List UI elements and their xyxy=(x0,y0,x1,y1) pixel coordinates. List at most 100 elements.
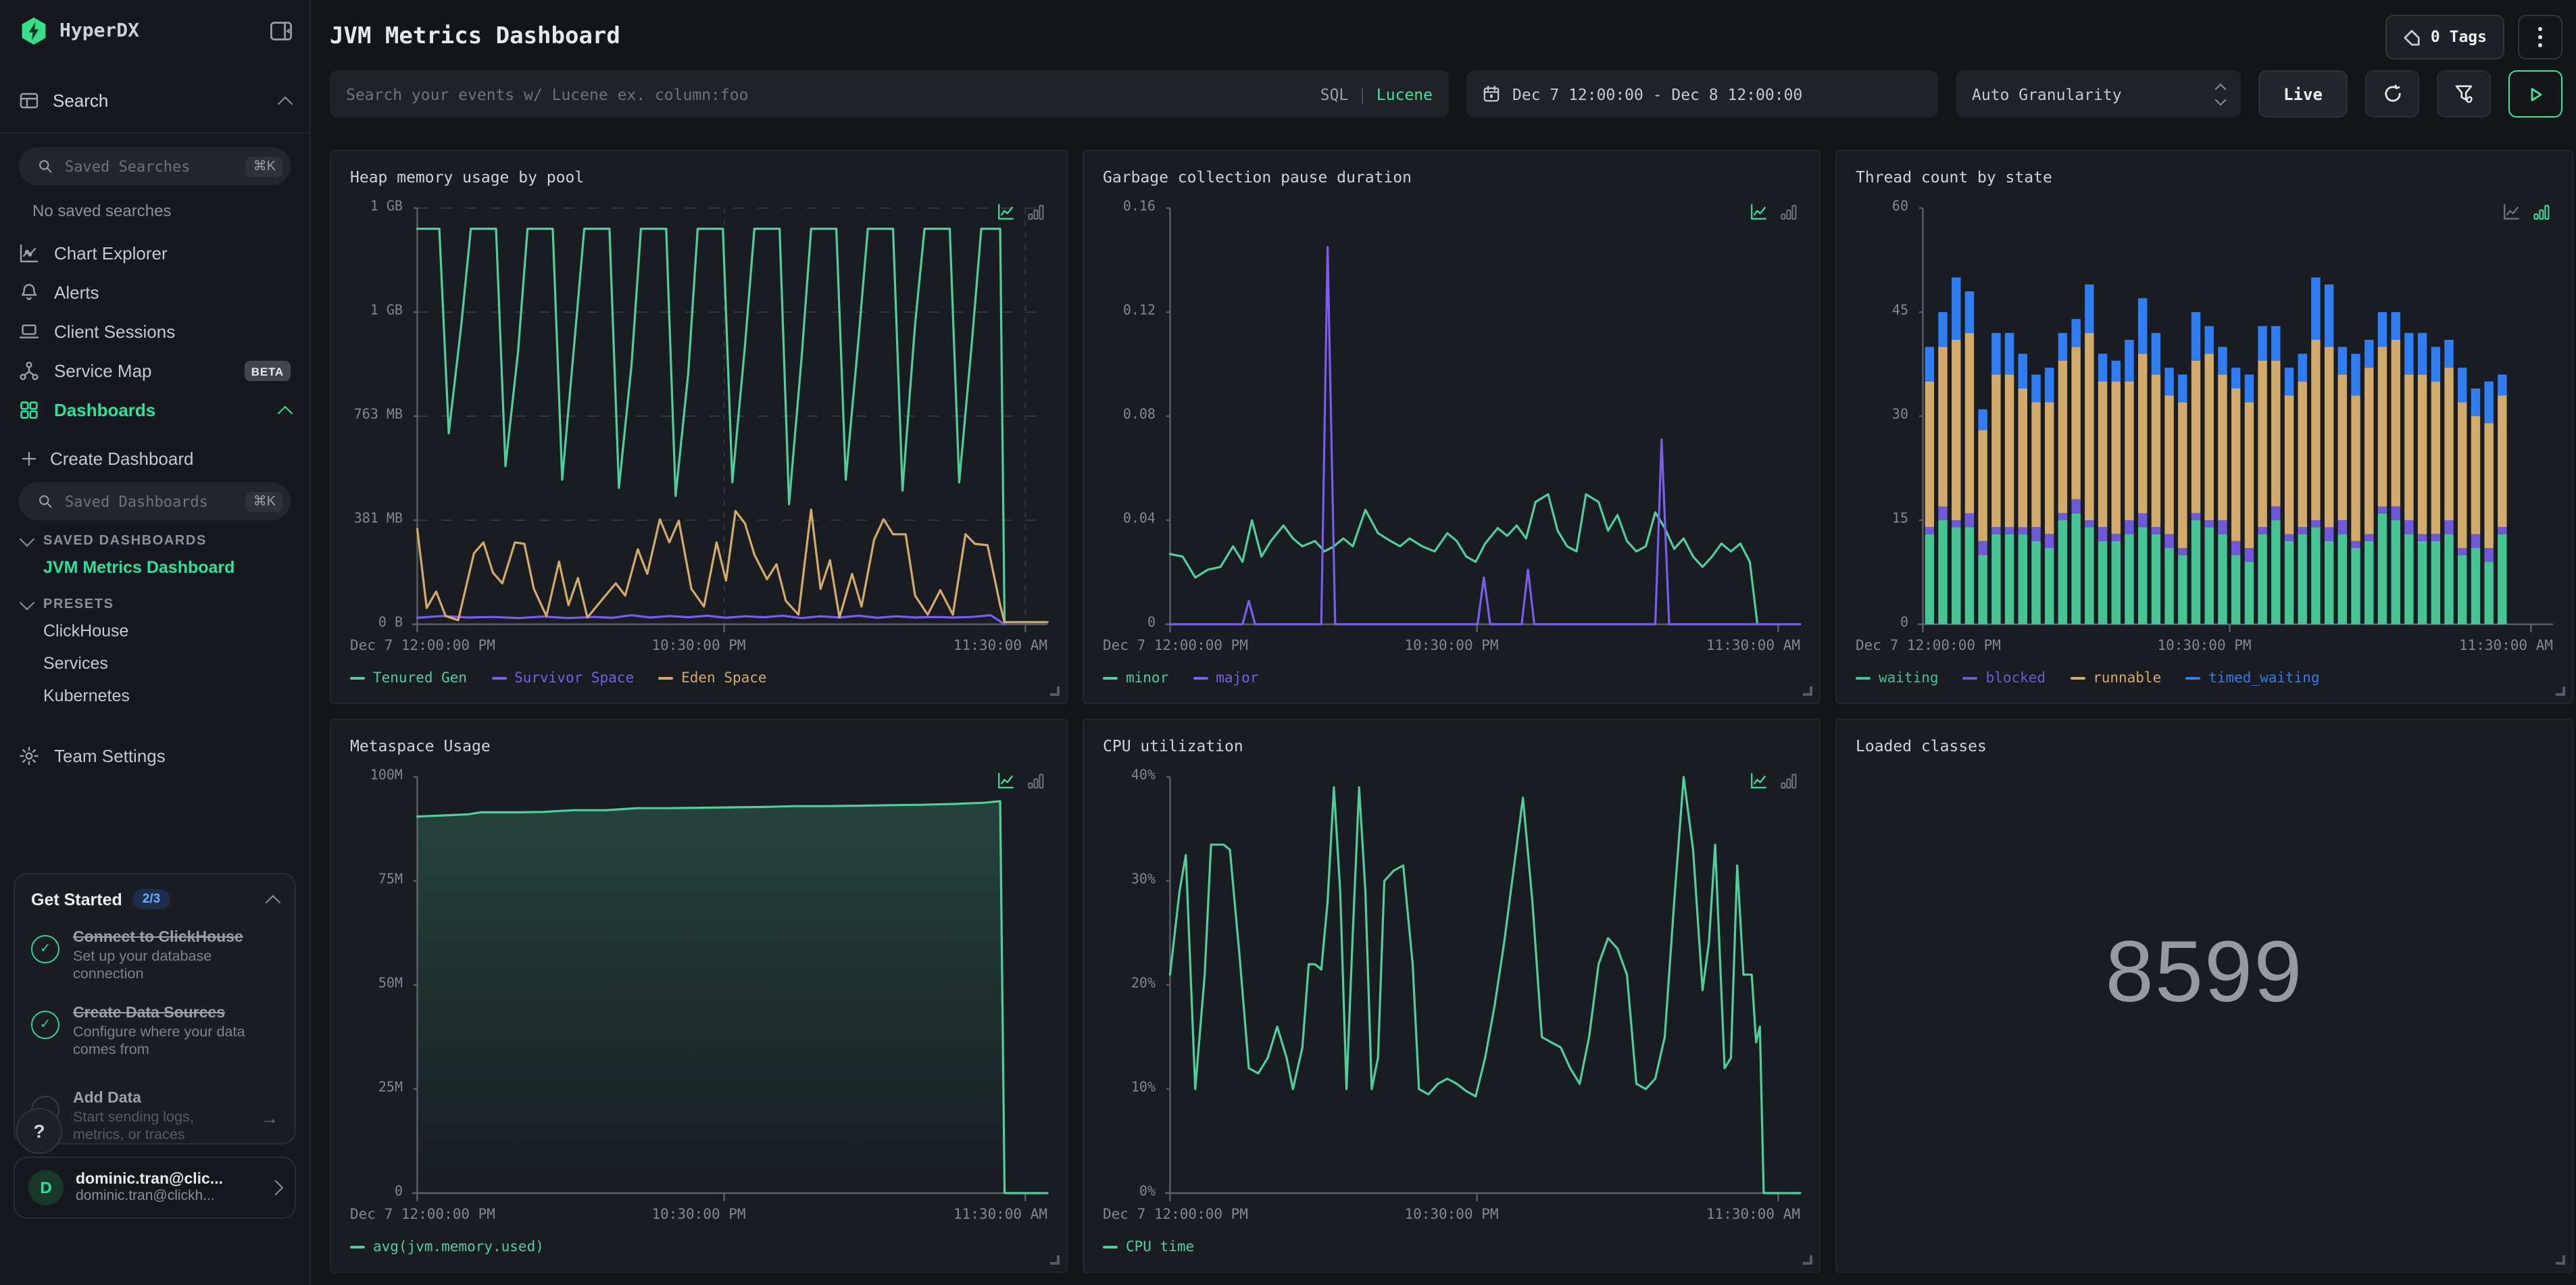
play-icon xyxy=(2531,87,2542,101)
sidebar-item-label: Dashboards xyxy=(54,400,156,420)
legend-item[interactable]: CPU time xyxy=(1103,1239,1194,1255)
saved-searches-input[interactable]: Saved Searches ⌘K xyxy=(19,147,291,185)
preset-link-kubernetes[interactable]: Kubernetes xyxy=(0,680,309,712)
legend-label: Survivor Space xyxy=(514,670,635,686)
legend-item[interactable]: Tenured Gen xyxy=(350,670,467,686)
get-started-step-sources[interactable]: ✓ Create Data Sources Configure where yo… xyxy=(31,1005,278,1061)
y-tick-label: 75M xyxy=(378,872,403,888)
sidebar-collapse-icon[interactable] xyxy=(269,19,293,43)
dashboard-link-jvm-metrics[interactable]: JVM Metrics Dashboard xyxy=(0,551,309,584)
legend-item[interactable]: waiting xyxy=(1856,670,1939,686)
get-started-step-connect[interactable]: ✓ Connect to ClickHouse Set up your data… xyxy=(31,930,278,985)
chart-legend: avg(jvm.memory.used) xyxy=(350,1239,1047,1255)
get-started-step-add-data[interactable]: ✓ Add Data Start sending logs, metrics, … xyxy=(31,1090,278,1146)
saved-dashboards-input[interactable]: Saved Dashboards ⌘K xyxy=(19,482,291,520)
sidebar-item-chart-explorer[interactable]: Chart Explorer xyxy=(0,234,309,273)
resize-handle[interactable] xyxy=(2556,1255,2565,1265)
legend-label: CPU time xyxy=(1126,1239,1195,1255)
line-view-icon[interactable] xyxy=(997,772,1015,789)
preset-link-clickhouse[interactable]: ClickHouse xyxy=(0,615,309,647)
time-range-picker[interactable]: Dec 7 12:00:00 - Dec 8 12:00:00 xyxy=(1466,70,1938,118)
sidebar-item-label: Chart Explorer xyxy=(54,243,168,263)
chart-plot[interactable] xyxy=(1918,208,2553,635)
no-saved-searches-text: No saved searches xyxy=(32,201,172,220)
saved-dashboards-heading[interactable]: SAVED DASHBOARDS xyxy=(0,520,309,551)
query-toolbar: SQL | Lucene Dec 7 12:00:00 - Dec 8 12:0… xyxy=(330,70,2573,118)
chart-plot[interactable] xyxy=(412,777,1047,1204)
line-view-icon[interactable] xyxy=(997,203,1015,220)
bar-view-icon[interactable] xyxy=(2533,203,2550,220)
chart-view-toggles xyxy=(1750,203,1798,220)
sql-mode-toggle[interactable]: SQL xyxy=(1320,84,1349,103)
sidebar-item-label: Client Sessions xyxy=(54,322,176,342)
sidebar-item-dashboards[interactable]: Dashboards xyxy=(0,390,309,430)
resize-handle[interactable] xyxy=(1803,686,1812,696)
filter-edit-button[interactable] xyxy=(2437,70,2491,118)
line-view-icon[interactable] xyxy=(1750,203,1768,220)
legend-item[interactable]: runnable xyxy=(2070,670,2161,686)
legend-dash-icon xyxy=(1103,677,1118,680)
presets-heading[interactable]: PRESETS xyxy=(0,584,309,615)
resize-handle[interactable] xyxy=(1050,686,1060,696)
legend-item[interactable]: timed_waiting xyxy=(2185,670,2320,686)
chart-plot[interactable] xyxy=(412,208,1047,635)
more-options-button[interactable] xyxy=(2518,14,2562,59)
chart-plot[interactable] xyxy=(1165,208,1800,635)
granularity-select[interactable]: Auto Granularity xyxy=(1956,70,2241,118)
legend-dash-icon xyxy=(2185,677,2201,680)
bar-view-icon[interactable] xyxy=(1027,772,1045,789)
event-search-input[interactable] xyxy=(346,84,1310,103)
create-dashboard-button[interactable]: Create Dashboard xyxy=(0,440,309,469)
help-button[interactable]: ? xyxy=(16,1108,62,1154)
chart-view-toggles xyxy=(1750,772,1798,789)
sidebar-item-client-sessions[interactable]: Client Sessions xyxy=(0,312,309,351)
y-tick-label: 30% xyxy=(1131,872,1156,888)
shortcut-badge: ⌘K xyxy=(246,491,282,511)
live-button[interactable]: Live xyxy=(2258,70,2348,118)
main-content: JVM Metrics Dashboard 0 Tags SQL | Lucen… xyxy=(311,0,2576,1285)
x-tick-label: 10:30:00 PM xyxy=(1404,638,1499,654)
bar-view-icon[interactable] xyxy=(1780,203,1798,220)
get-started-card: Get Started 2/3 ✓ Connect to ClickHouse … xyxy=(14,873,296,1144)
hyperdx-logo-icon xyxy=(22,17,46,45)
legend-item[interactable]: avg(jvm.memory.used) xyxy=(350,1239,544,1255)
y-tick-label: 0 xyxy=(1147,615,1156,631)
x-tick-label: Dec 7 12:00:00 PM xyxy=(350,1207,495,1223)
bar-view-icon[interactable] xyxy=(1780,772,1798,789)
legend-label: timed_waiting xyxy=(2208,670,2320,686)
line-view-icon[interactable] xyxy=(1750,772,1768,789)
preset-link-services[interactable]: Services xyxy=(0,647,309,680)
legend-item[interactable]: Eden Space xyxy=(658,670,767,686)
panel-title: Loaded classes xyxy=(1856,736,1987,755)
sidebar-item-search[interactable]: Search xyxy=(0,78,309,123)
lucene-mode-toggle[interactable]: Lucene xyxy=(1377,84,1433,103)
chevron-down-icon xyxy=(19,531,35,547)
legend-label: major xyxy=(1216,670,1259,686)
tags-button[interactable]: 0 Tags xyxy=(2385,14,2504,59)
legend-label: blocked xyxy=(1985,670,2046,686)
step-subtitle: Set up your database connection xyxy=(73,949,212,983)
resize-handle[interactable] xyxy=(1803,1255,1812,1265)
resize-handle[interactable] xyxy=(2556,686,2565,696)
sidebar-item-team-settings[interactable]: Team Settings xyxy=(0,736,309,776)
resize-handle[interactable] xyxy=(1050,1255,1060,1265)
legend-item[interactable]: blocked xyxy=(1962,670,2046,686)
sidebar-item-service-map[interactable]: Service Map BETA xyxy=(0,351,309,390)
sidebar-item-alerts[interactable]: Alerts xyxy=(0,273,309,312)
line-view-icon[interactable] xyxy=(2503,203,2521,220)
bar-view-icon[interactable] xyxy=(1027,203,1045,220)
legend-item[interactable]: Survivor Space xyxy=(491,670,634,686)
chart-plot[interactable] xyxy=(1165,777,1800,1204)
sidebar: HyperDX Search Saved Searches ⌘K No save… xyxy=(0,0,311,1285)
panel-loaded-classes: Loaded classes 8599 xyxy=(1835,719,2573,1273)
run-query-button[interactable] xyxy=(2508,70,2562,118)
x-axis-labels: Dec 7 12:00:00 PM 10:30:00 PM 11:30:00 AM xyxy=(1103,638,1800,658)
chart-line-icon xyxy=(20,244,39,263)
user-menu[interactable]: D dominic.tran@clic... dominic.tran@clic… xyxy=(14,1157,296,1219)
panel-title: Thread count by state xyxy=(1856,168,2052,186)
refresh-button[interactable] xyxy=(2365,70,2419,118)
chevron-right-icon xyxy=(268,1180,284,1196)
legend-item[interactable]: major xyxy=(1193,670,1258,686)
legend-item[interactable]: minor xyxy=(1103,670,1168,686)
chevron-up-icon[interactable] xyxy=(265,894,281,910)
